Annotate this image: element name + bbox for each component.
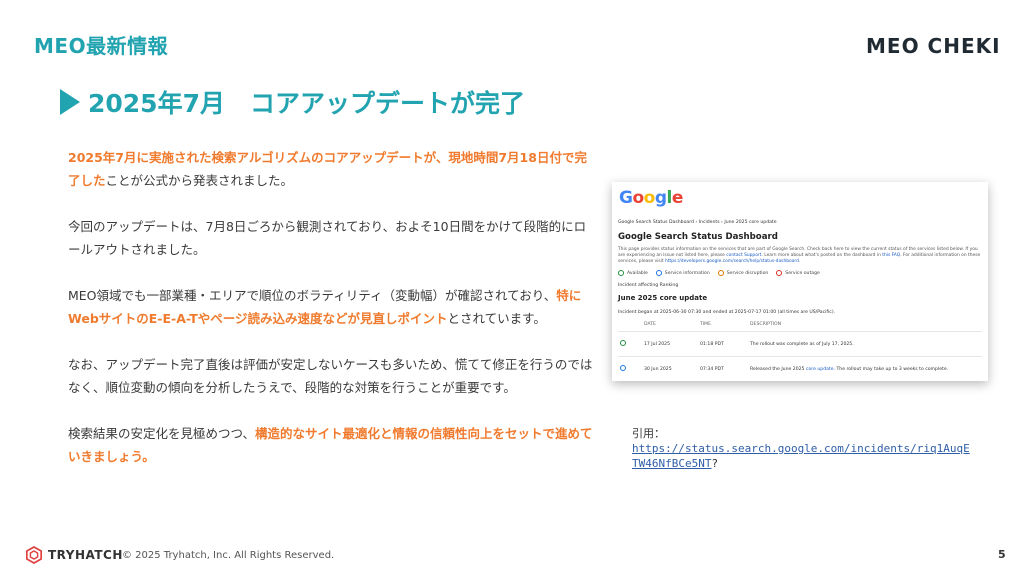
info-circle-icon: [620, 365, 626, 371]
section-title: MEO最新情報: [34, 34, 169, 58]
column-header-time: TIME: [698, 320, 748, 332]
desc-text: Released the June 2025: [750, 366, 806, 372]
status-dashboard-link[interactable]: https://developers.google.com/search/hel…: [665, 259, 799, 264]
legend-label: Service disruption: [726, 270, 769, 276]
table-header-row: DATE TIME DESCRIPTION: [618, 320, 982, 332]
logo-letter: o: [643, 188, 656, 208]
breadcrumb: Google Search Status Dashboard › Inciden…: [618, 220, 777, 225]
legend-outage: Service outage: [776, 270, 820, 276]
incident-table: DATE TIME DESCRIPTION 17 Jul 2025 01:18 …: [618, 320, 982, 381]
paragraph-4: なお、アップデート完了直後は評価が安定しないケースも多いため、慌てて修正を行うの…: [68, 357, 593, 395]
copyright: © 2025 Tryhatch, Inc. All Rights Reserve…: [122, 550, 335, 561]
check-circle-icon: [618, 270, 624, 276]
description-cell: Released the June 2025 core update. The …: [748, 356, 982, 381]
incident-timing: Incident began at 2025-06-30 07:30 and e…: [618, 310, 836, 315]
time-cell: 07:34 PDT: [698, 356, 748, 381]
google-logo: Google: [619, 188, 982, 208]
paragraph-2: 今回のアップデートは、7月8日ごろから観測されており、およそ10日間をかけて段階…: [68, 219, 587, 257]
headline: 2025年7月 コアアップデートが完了: [60, 84, 525, 120]
triangle-bullet-icon: [60, 89, 80, 115]
contact-support-link[interactable]: contact Support: [726, 253, 761, 258]
core-update-link[interactable]: core update: [806, 367, 834, 372]
citation-link[interactable]: https://status.search.google.com/inciden…: [632, 442, 970, 470]
legend-available: Available: [618, 270, 648, 276]
status-cell: [618, 356, 642, 381]
logo-letter: o: [632, 188, 644, 208]
citation-suffix: ?: [711, 457, 719, 470]
paragraph-1: 2025年7月に実施された検索アルゴリズムのコアアップデートが、現地時間7月18…: [68, 146, 598, 192]
headline-text: 2025年7月 コアアップデートが完了: [88, 89, 525, 118]
column-header-description: DESCRIPTION: [748, 320, 982, 332]
check-circle-icon: [620, 340, 626, 346]
paragraph-text: MEO領域でも一部業種・エリアで順位のボラティリティ（変動幅）が確認されており、: [68, 288, 557, 303]
paragraph-text: とされています。: [447, 311, 546, 326]
paragraph-text: ことが公式から発表されました。: [105, 173, 294, 188]
column-header-icon: [618, 320, 642, 332]
desc-text: . Learn more about what's posted on the …: [761, 253, 883, 258]
status-cell: [618, 331, 642, 357]
citation-label: 引用：: [632, 427, 665, 440]
desc-text: . The rollout may take up to 3 weeks to …: [833, 366, 949, 372]
desc-text: .: [798, 259, 801, 264]
tryhatch-logo: TRYHATCH: [26, 546, 123, 564]
logo-letter: e: [671, 188, 684, 208]
status-dashboard-screenshot: Google Google Search Status Dashboard › …: [612, 182, 988, 381]
legend-label: Service information: [664, 270, 710, 276]
column-header-date: DATE: [642, 320, 698, 332]
table-row: 17 Jul 2025 01:18 PDT The rollout was co…: [618, 331, 982, 357]
incident-title: June 2025 core update: [618, 294, 708, 302]
paragraph-text: 検索結果の安定化を見極めつつ、: [68, 426, 256, 441]
info-circle-icon: [655, 270, 662, 276]
status-legend: Available Service information Service di…: [618, 270, 982, 276]
legend-info: Service information: [655, 270, 710, 276]
page-number: 5: [998, 548, 1006, 561]
legend-label: Service outage: [785, 270, 820, 276]
citation: 引用： https://status.search.google.com/inc…: [632, 426, 972, 471]
outage-circle-icon: [776, 270, 783, 276]
meo-cheki-logo: MEO CHEKI: [866, 34, 1001, 58]
paragraph-3: MEO領域でも一部業種・エリアで順位のボラティリティ（変動幅）が確認されており、…: [68, 284, 598, 330]
logo-letter: g: [654, 188, 667, 208]
date-cell: 17 Jul 2025: [642, 331, 698, 357]
dashboard-description: This page provides status information on…: [618, 247, 982, 265]
paragraph-5: 検索結果の安定化を見極めつつ、構造的なサイト最適化と情報の信頼性向上をセットで進…: [68, 422, 598, 468]
incident-affecting: Incident affecting Ranking: [618, 283, 679, 288]
warning-circle-icon: [717, 270, 724, 276]
legend-label: Available: [627, 270, 648, 276]
table-row: 30 Jun 2025 07:34 PDT Released the June …: [618, 356, 982, 381]
dashboard-title: Google Search Status Dashboard: [618, 232, 778, 242]
faq-link[interactable]: this FAQ: [882, 253, 900, 258]
description-cell: The rollout was complete as of July 17, …: [748, 331, 982, 357]
company-name: TRYHATCH: [48, 548, 123, 562]
time-cell: 01:18 PDT: [698, 331, 748, 357]
date-cell: 30 Jun 2025: [642, 356, 698, 381]
body-text: 2025年7月に実施された検索アルゴリズムのコアアップデートが、現地時間7月18…: [68, 146, 598, 491]
hexagon-logo-icon: [26, 546, 42, 564]
logo-letter: G: [619, 188, 633, 208]
legend-disruption: Service disruption: [717, 270, 769, 276]
